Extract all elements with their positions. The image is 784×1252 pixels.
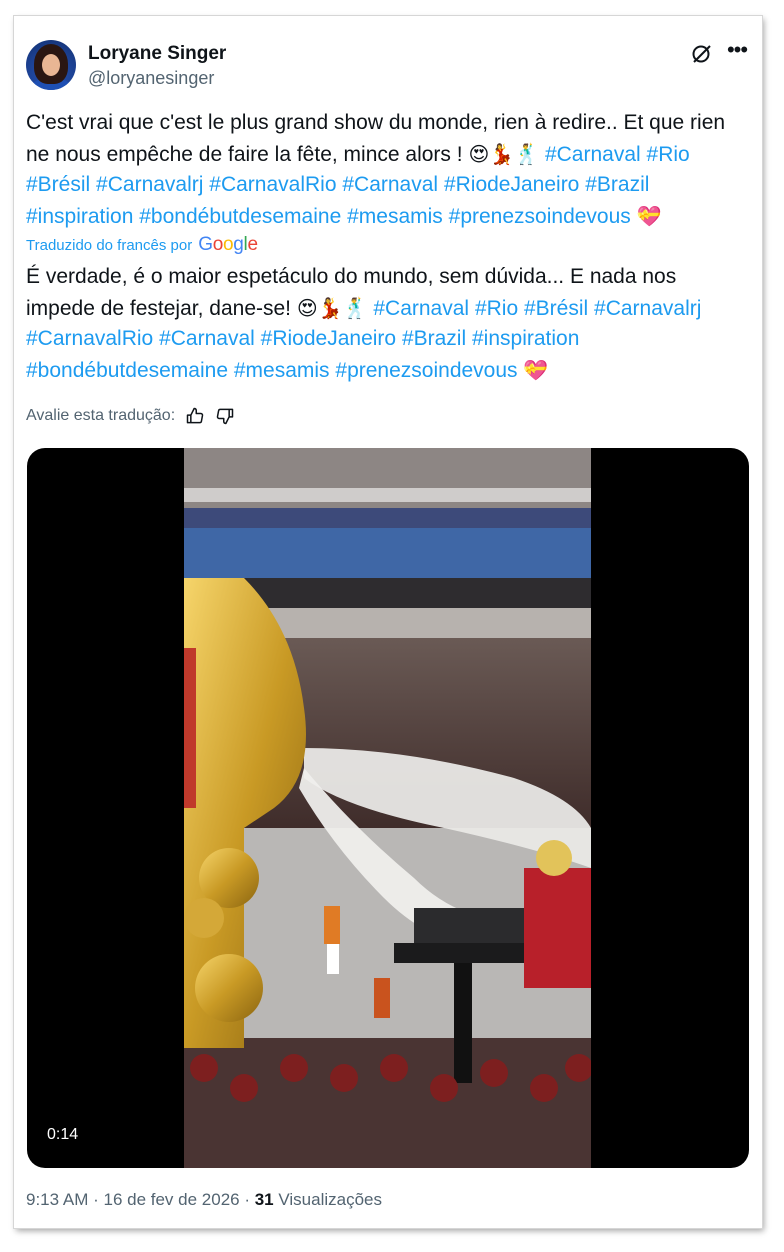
hashtag-link[interactable]: #prenezsoindevous [335, 359, 517, 382]
tweet-card: Loryane Singer @loryanesinger ••• C'est … [14, 16, 762, 1228]
views-count: 31 [254, 1190, 274, 1209]
separator: · [88, 1190, 104, 1209]
tweet-date[interactable]: 16 de fev de 2026 [103, 1190, 239, 1209]
hashtag-link[interactable]: #bondébutdesemaine [139, 205, 341, 228]
translation-end-emoji: 💝 [523, 357, 549, 382]
rate-label: Avalie esta tradução: [26, 407, 176, 424]
tweet-footer: 9:13 AM · 16 de fev de 2026 · 31 Visuali… [26, 1190, 382, 1210]
hashtag-link[interactable]: #Carnaval [342, 173, 438, 196]
user-handle[interactable]: @loryanesinger [88, 68, 214, 89]
video-thumbnail [184, 448, 591, 1168]
hashtag-link[interactable]: #Carnaval [159, 327, 255, 350]
hashtag-link[interactable]: #Carnaval [545, 143, 641, 166]
hashtag-link[interactable]: #RiodeJaneiro [261, 327, 396, 350]
grok-icon[interactable] [690, 42, 714, 66]
separator: · [239, 1190, 255, 1209]
avatar[interactable] [26, 40, 76, 90]
rate-translation: Avalie esta tradução: [26, 406, 235, 426]
tweet-end-emoji: 💝 [636, 203, 662, 228]
hashtag-link[interactable]: #CarnavalRio [209, 173, 336, 196]
thumbs-down-icon[interactable] [215, 406, 235, 426]
hashtag-link[interactable]: #Brazil [402, 327, 466, 350]
hashtag-link[interactable]: #Carnavalrj [594, 297, 701, 320]
views-label: Visualizações [278, 1190, 383, 1209]
hashtag-link[interactable]: #mesamis [234, 359, 330, 382]
hashtag-link[interactable]: #inspiration [472, 327, 579, 350]
hashtag-link[interactable]: #CarnavalRio [26, 327, 153, 350]
thumbs-up-icon[interactable] [185, 406, 205, 426]
google-logo: Google [198, 234, 258, 255]
hashtag-link[interactable]: #Rio [647, 143, 690, 166]
hashtag-link[interactable]: #Carnavalrj [96, 173, 203, 196]
hashtag-link[interactable]: #RiodeJaneiro [444, 173, 579, 196]
tweet-header: Loryane Singer @loryanesinger ••• [14, 16, 762, 106]
hashtag-link[interactable]: #Brazil [585, 173, 649, 196]
hashtag-link[interactable]: #bondébutdesemaine [26, 359, 228, 382]
video-player[interactable]: 0:14 [27, 448, 749, 1168]
tweet-text: C'est vrai que c'est le plus grand show … [26, 108, 746, 232]
hashtag-link[interactable]: #mesamis [347, 205, 443, 228]
hashtag-link[interactable]: #Carnaval [373, 297, 469, 320]
hashtag-link[interactable]: #Brésil [26, 173, 90, 196]
tweet-emojis: 😍💃🕺 [468, 141, 540, 166]
translation-emojis: 😍💃🕺 [296, 295, 368, 320]
tweet-time[interactable]: 9:13 AM [26, 1190, 88, 1209]
hashtag-link[interactable]: #Rio [475, 297, 518, 320]
translated-by-label: Traduzido do francês por [26, 236, 193, 254]
user-name[interactable]: Loryane Singer [88, 43, 226, 65]
more-icon[interactable]: ••• [724, 39, 750, 66]
hashtag-link[interactable]: #Brésil [524, 297, 588, 320]
translation-text: É verdade, é o maior espetáculo do mundo… [26, 262, 746, 386]
translated-by-link[interactable]: Traduzido do francês por Google [26, 234, 258, 256]
hashtag-link[interactable]: #prenezsoindevous [449, 205, 631, 228]
hashtag-link[interactable]: #inspiration [26, 205, 133, 228]
video-duration: 0:14 [39, 1122, 87, 1148]
